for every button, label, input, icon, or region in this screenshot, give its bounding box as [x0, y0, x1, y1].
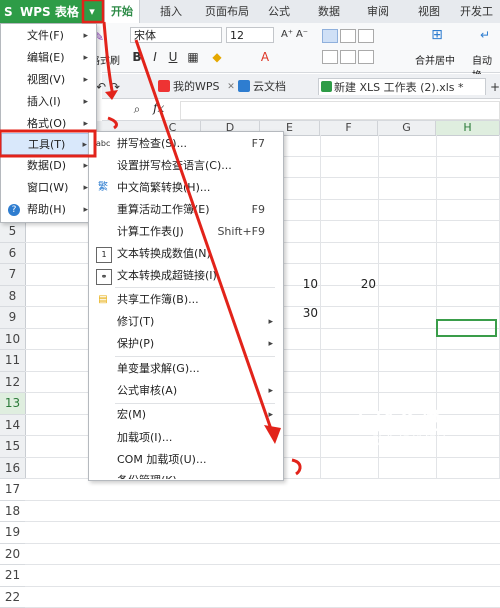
grid-line [25, 543, 500, 544]
row-header[interactable]: 21 [0, 565, 25, 587]
dropdown-highlight-box [83, 0, 103, 22]
row-header[interactable]: 22 [0, 587, 25, 608]
annotation-arrowhead [105, 90, 118, 100]
annotation-mark [292, 460, 300, 474]
grid-line [25, 564, 500, 565]
row-header[interactable]: 19 [0, 522, 25, 544]
annotation-mark [108, 118, 116, 128]
row-header[interactable]: 17 [0, 479, 25, 501]
watermark-subtitle: 助你轻松解决 [372, 432, 450, 449]
annotation-arrow-long [136, 40, 272, 432]
row-header[interactable]: 18 [0, 501, 25, 523]
row-header[interactable]: 20 [0, 544, 25, 566]
grid-line [25, 500, 500, 501]
annotation-arrowhead [264, 425, 281, 444]
annotation-arrow-down [104, 22, 113, 96]
grid-line [25, 521, 500, 522]
grid-line [25, 586, 500, 587]
tools-highlight-box [0, 131, 95, 156]
